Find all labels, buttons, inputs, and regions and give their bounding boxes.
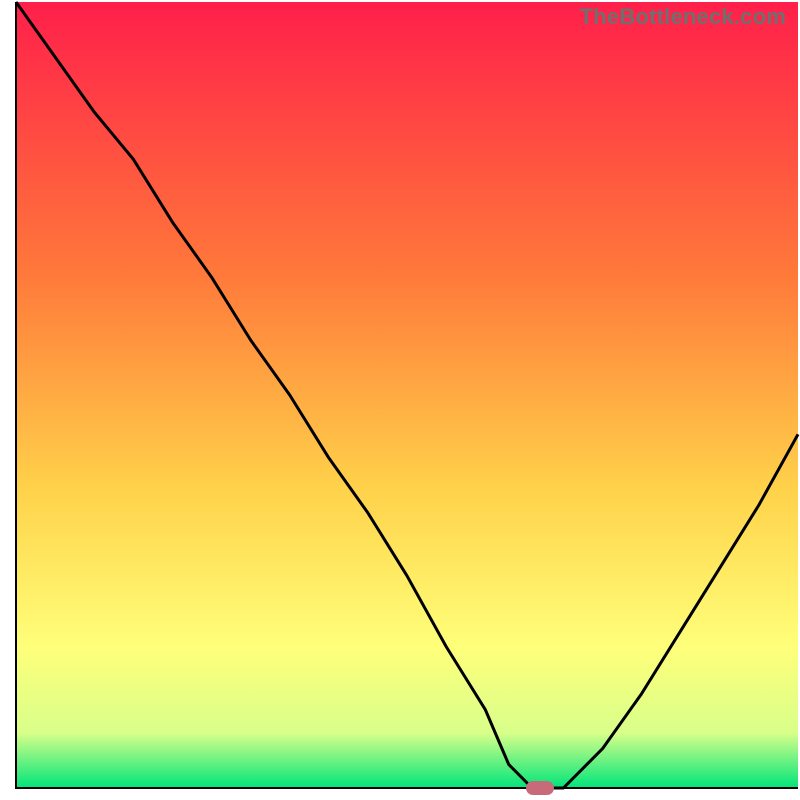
chart-svg bbox=[0, 0, 800, 800]
gradient-background bbox=[16, 2, 798, 788]
optimal-marker bbox=[526, 781, 554, 795]
watermark-text: TheBottleneck.com bbox=[580, 4, 786, 30]
bottleneck-chart: TheBottleneck.com bbox=[0, 0, 800, 800]
